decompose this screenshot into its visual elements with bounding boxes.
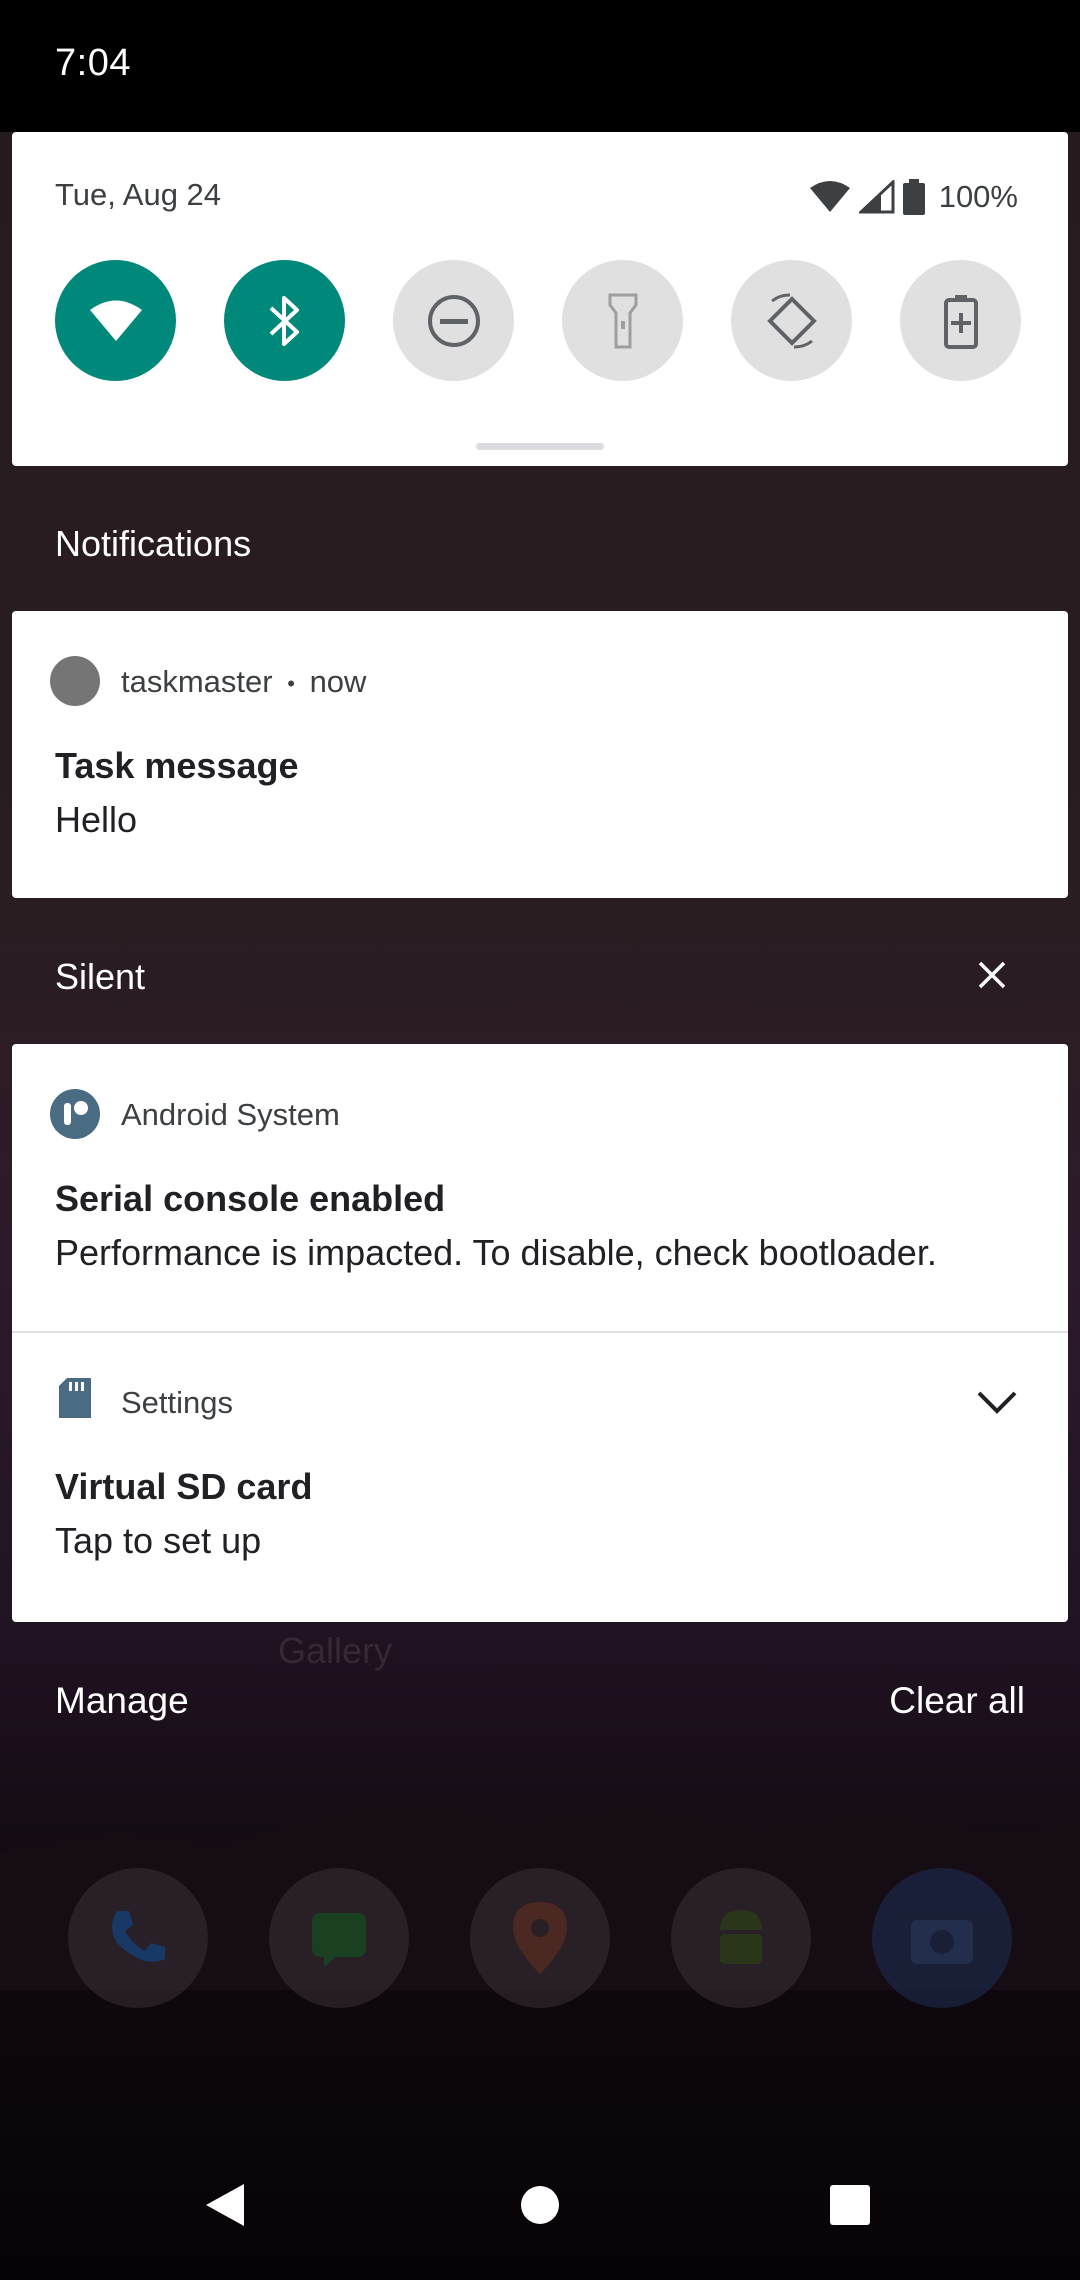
- notification-title: Task message: [55, 745, 299, 786]
- bluetooth-icon: [269, 295, 299, 346]
- recents-button[interactable]: [815, 2170, 885, 2240]
- notification-text: Tap to set up: [55, 1520, 262, 1561]
- notification-app-name: taskmaster: [121, 664, 273, 699]
- separator-dot: •: [287, 670, 295, 696]
- clear-all-button[interactable]: Clear all: [889, 1680, 1025, 1722]
- qs-drag-handle[interactable]: [476, 443, 604, 450]
- wifi-tile[interactable]: [55, 260, 176, 381]
- flashlight-tile[interactable]: [562, 260, 683, 381]
- messages-app-icon: [269, 1868, 409, 2008]
- sd-card-icon: [57, 1376, 93, 1420]
- android-app-icon: [671, 1868, 811, 2008]
- battery-icon: [902, 179, 925, 215]
- notification-title: Virtual SD card: [55, 1466, 313, 1507]
- status-time: 7:04: [55, 42, 131, 84]
- home-icon: [521, 2186, 559, 2224]
- silent-header: Silent: [55, 956, 146, 997]
- cell-signal-icon: [858, 180, 895, 214]
- chevron-down-icon[interactable]: [972, 1377, 1022, 1427]
- notification-header: taskmaster • now: [121, 664, 366, 700]
- system-notification[interactable]: Android System Serial console enabled Pe…: [12, 1044, 1068, 1331]
- notification-title: Serial console enabled: [55, 1178, 446, 1219]
- notification-app-name: Settings: [121, 1385, 234, 1420]
- flashlight-icon: [608, 293, 637, 348]
- app-icon: [50, 656, 100, 706]
- camera-app-icon: [872, 1868, 1012, 2008]
- do-not-disturb-tile[interactable]: [393, 260, 514, 381]
- silent-notifications-group: Android System Serial console enabled Pe…: [12, 1044, 1068, 1622]
- notification-text: Hello: [55, 799, 138, 840]
- battery-saver-tile[interactable]: [900, 260, 1021, 381]
- qs-date[interactable]: Tue, Aug 24: [55, 177, 221, 213]
- battery-saver-icon: [943, 294, 978, 349]
- maps-app-icon: [470, 1868, 610, 2008]
- auto-rotate-tile[interactable]: [731, 260, 852, 381]
- back-button[interactable]: [190, 2170, 260, 2240]
- back-icon: [206, 2184, 244, 2226]
- notification-app-name: Android System: [121, 1097, 340, 1132]
- notifications-header: Notifications: [55, 523, 252, 564]
- task-notification[interactable]: taskmaster • now Task message Hello: [12, 611, 1068, 898]
- manage-button[interactable]: Manage: [55, 1680, 189, 1722]
- wifi-signal-icon: [809, 181, 850, 212]
- wifi-icon: [89, 300, 142, 341]
- home-button[interactable]: [505, 2170, 575, 2240]
- phone-app-icon: [68, 1868, 208, 2008]
- bluetooth-tile[interactable]: [224, 260, 345, 381]
- status-bar: 7:04: [0, 0, 1080, 132]
- qs-status-icons: 100%: [809, 177, 1018, 217]
- home-app-label: Gallery: [278, 1630, 393, 1671]
- do-not-disturb-icon: [427, 294, 480, 347]
- recents-icon: [830, 2185, 870, 2225]
- settings-notification[interactable]: Settings Virtual SD card Tap to set up: [12, 1333, 1068, 1622]
- close-icon[interactable]: [972, 955, 1012, 995]
- notification-text: Performance is impacted. To disable, che…: [55, 1232, 937, 1273]
- auto-rotate-icon: [766, 292, 817, 349]
- android-system-icon: [50, 1089, 100, 1139]
- notification-time: now: [309, 664, 367, 699]
- navigation-bar: [0, 2130, 1080, 2280]
- battery-percent: 100%: [938, 179, 1018, 214]
- quick-settings-panel: Tue, Aug 24 100%: [12, 132, 1068, 466]
